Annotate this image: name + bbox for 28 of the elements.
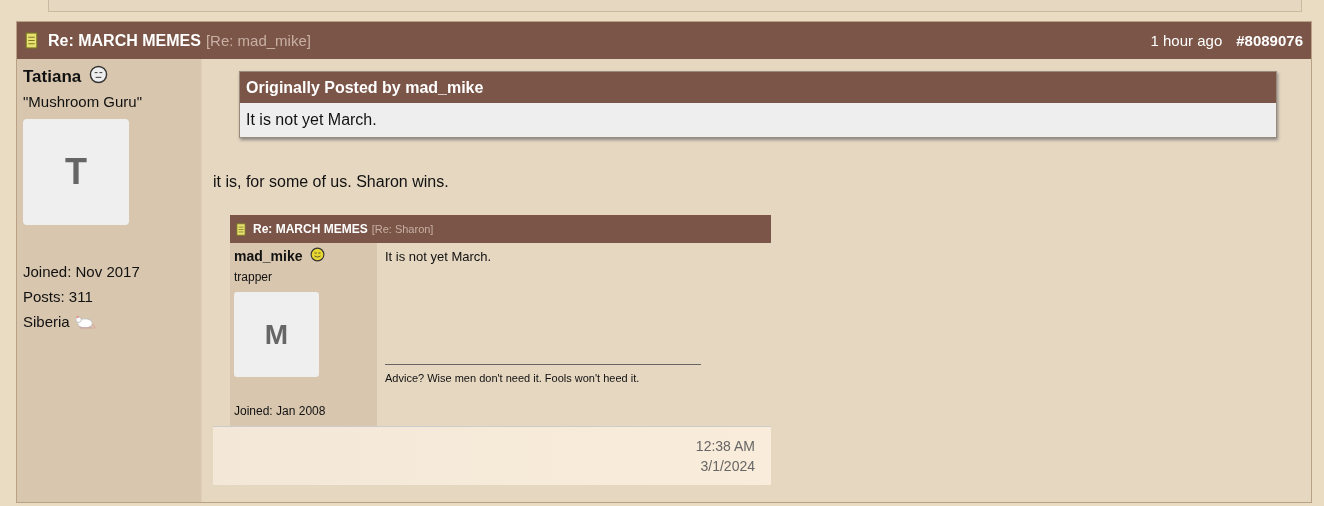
- post-text: It is not yet March.: [385, 249, 493, 264]
- quote-heading: Originally Posted by mad_mike: [240, 72, 1276, 103]
- author-title: "Mushroom Guru": [23, 93, 144, 110]
- join-date: Joined: Nov 2017: [23, 263, 141, 280]
- post-time: 1 hour ago: [1150, 32, 1223, 49]
- post-title: Re: MARCH MEMES: [253, 222, 368, 236]
- date: 3/1/2024: [700, 458, 755, 474]
- quote-text: It is not yet March.: [245, 110, 378, 130]
- post-text: it is, for some of us. Sharon wins.: [213, 173, 450, 191]
- rat-icon: [73, 313, 96, 330]
- author-title: trapper: [234, 270, 274, 284]
- signature: Advice? Wise men don't need it. Fools won't heed it.: [385, 364, 701, 384]
- avatar: M: [234, 292, 319, 377]
- post-subtitle: [Re: Sharon]: [371, 223, 434, 235]
- join-date: Joined: Jan 2008: [234, 404, 327, 418]
- document-icon: [25, 32, 38, 49]
- smiley-icon: [310, 246, 326, 262]
- document-icon: [236, 222, 246, 236]
- post-subtitle: [Re: mad_mike]: [205, 32, 311, 49]
- location: Siberia: [23, 313, 70, 330]
- time: 12:38 AM: [695, 438, 755, 454]
- avatar: T: [23, 119, 129, 225]
- post-title: Re: MARCH MEMES: [48, 31, 201, 50]
- post-number-link[interactable]: #8089076: [1236, 32, 1303, 49]
- author-name[interactable]: Tatiana: [23, 67, 82, 87]
- author-name: mad_mike: [234, 248, 303, 264]
- post-count: Posts: 311: [23, 288, 94, 305]
- face-icon: [89, 64, 109, 84]
